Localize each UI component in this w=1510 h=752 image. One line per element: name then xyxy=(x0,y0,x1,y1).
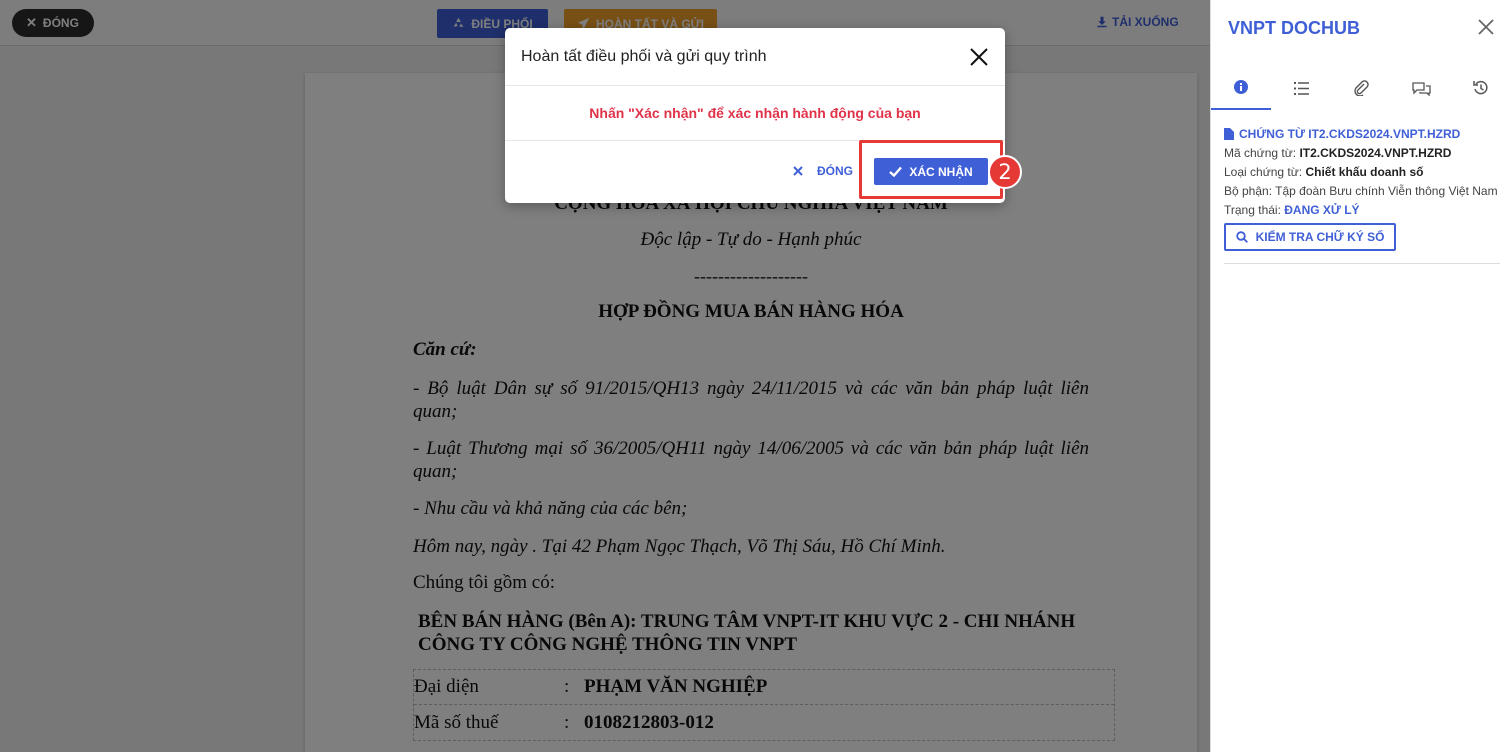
comments-icon xyxy=(1411,81,1431,96)
step-number-badge: 2 xyxy=(988,155,1022,189)
history-icon xyxy=(1473,80,1489,96)
dialog-message: Nhấn "Xác nhận" để xác nhận hành động củ… xyxy=(589,105,921,121)
sidebar-close-icon[interactable] xyxy=(1477,18,1495,36)
dialog-cancel-button[interactable]: ĐÓNG xyxy=(793,164,853,178)
dialog-header: Hoàn tất điều phối và gửi quy trình xyxy=(505,28,1005,86)
document-link[interactable]: CHỨNG TỪ IT2.CKDS2024.VNPT.HZRD xyxy=(1224,127,1500,141)
info-row-status: Trạng thái: ĐANG XỬ LÝ xyxy=(1224,203,1500,217)
department-label: Bộ phận: xyxy=(1224,184,1276,198)
file-icon xyxy=(1224,128,1234,140)
list-icon xyxy=(1293,81,1310,96)
verify-signature-label: KIỂM TRA CHỮ KÝ SỐ xyxy=(1255,230,1385,244)
type-label: Loại chứng từ: xyxy=(1224,165,1306,179)
tab-list[interactable] xyxy=(1271,66,1331,110)
tab-history[interactable] xyxy=(1451,66,1510,110)
info-icon xyxy=(1233,79,1249,95)
dialog-cancel-label: ĐÓNG xyxy=(817,164,853,178)
dialog-title: Hoàn tất điều phối và gửi quy trình xyxy=(521,47,767,65)
status-label: Trạng thái: xyxy=(1224,203,1285,217)
sidebar-title: VNPT DOCHUB xyxy=(1228,18,1361,38)
dialog-body: Nhấn "Xác nhận" để xác nhận hành động củ… xyxy=(505,86,1005,141)
status-badge: ĐANG XỬ LÝ xyxy=(1284,203,1360,217)
attachment-icon xyxy=(1353,80,1369,96)
info-row-code: Mã chứng từ: IT2.CKDS2024.VNPT.HZRD xyxy=(1224,146,1500,160)
tab-info[interactable] xyxy=(1211,66,1271,110)
tab-attachments[interactable] xyxy=(1331,66,1391,110)
code-value: IT2.CKDS2024.VNPT.HZRD xyxy=(1299,146,1452,160)
tab-comments[interactable] xyxy=(1391,66,1451,110)
sidebar-divider xyxy=(1224,263,1500,264)
info-sidebar: VNPT DOCHUB CHỨNG TỪ IT2.CKDS2024.VNPT.H… xyxy=(1210,0,1510,752)
document-link-label: CHỨNG TỪ IT2.CKDS2024.VNPT.HZRD xyxy=(1239,127,1461,141)
sidebar-tabs xyxy=(1211,66,1510,110)
step-highlight-box xyxy=(859,140,1003,199)
info-row-type: Loại chứng từ: Chiết khấu doanh số xyxy=(1224,165,1500,179)
close-icon xyxy=(793,166,803,176)
info-row-department: Bộ phận: Tập đoàn Bưu chính Viễn thông V… xyxy=(1224,184,1500,198)
type-value: Chiết khấu doanh số xyxy=(1305,165,1424,179)
dialog-close-icon[interactable] xyxy=(969,47,989,67)
search-icon xyxy=(1235,231,1248,243)
department-value: Tập đoàn Bưu chính Viễn thông Việt Nam xyxy=(1275,184,1498,198)
code-label: Mã chứng từ: xyxy=(1224,146,1300,160)
verify-signature-button[interactable]: KIỂM TRA CHỮ KÝ SỐ xyxy=(1224,223,1396,251)
document-info: CHỨNG TỪ IT2.CKDS2024.VNPT.HZRD Mã chứng… xyxy=(1224,127,1500,251)
